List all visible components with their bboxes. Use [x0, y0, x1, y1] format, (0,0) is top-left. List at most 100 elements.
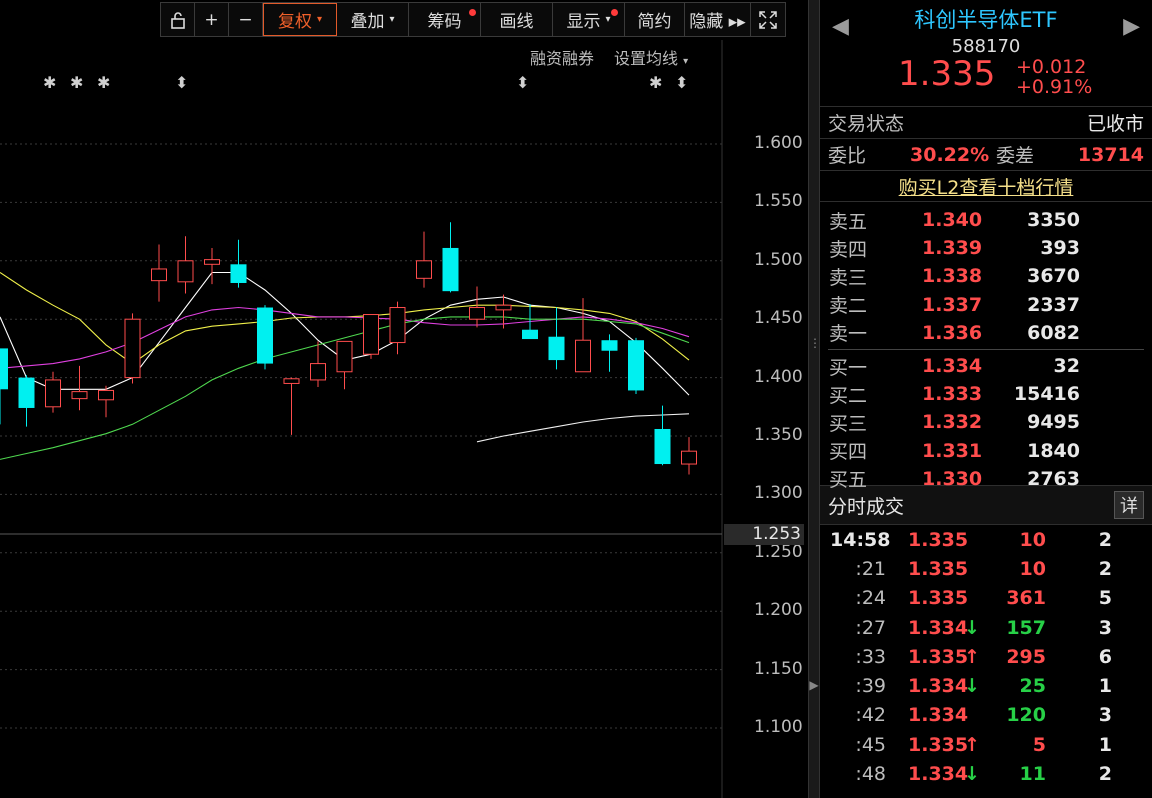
bid-row[interactable]: 买三 1.332 9495: [820, 408, 1152, 436]
toolbar-fullscreen-button[interactable]: [751, 3, 785, 36]
toolbar-label: −: [238, 9, 253, 30]
arrow-down-icon: ↓: [964, 675, 980, 698]
tick-volume: 10: [1019, 557, 1046, 580]
level-volume: 3350: [1027, 209, 1080, 232]
level-price: 1.334: [922, 355, 983, 378]
candle-body-down: [628, 340, 644, 391]
tick-row: :48 1.334 ↓ 11 2: [820, 759, 1152, 788]
level-volume: 1840: [1027, 439, 1080, 462]
tick-volume: 361: [1006, 587, 1046, 610]
toolbar-xianshi-button[interactable]: 显示 ▾: [553, 3, 625, 36]
ask-row[interactable]: 卖三 1.338 3670: [820, 262, 1152, 290]
status-value: 已收市: [1086, 113, 1144, 135]
level-label: 卖一: [829, 323, 868, 346]
panel-divider[interactable]: ⋮ ▶: [808, 0, 821, 798]
toolbar-yincang-button[interactable]: 隐藏 ▸▸: [685, 3, 751, 36]
order-ratio-row: 委比 30.22% 委差 13714: [820, 139, 1152, 171]
bid-row[interactable]: 买四 1.331 1840: [820, 437, 1152, 465]
toolbar-diejia-button[interactable]: 叠加 ▾: [337, 3, 409, 36]
current-price-tag: 1.253: [724, 524, 804, 545]
tick-count: 2: [1098, 763, 1112, 786]
toolbar-lock-button[interactable]: [161, 3, 195, 36]
tick-volume: 11: [1019, 763, 1046, 786]
candle-body-up: [177, 260, 194, 283]
event-marker[interactable]: ✱: [97, 73, 110, 92]
event-marker[interactable]: ✱: [43, 73, 56, 92]
event-marker[interactable]: ✱: [70, 73, 83, 92]
tick-count: 1: [1098, 675, 1112, 698]
notification-dot: [611, 9, 618, 16]
candle-body-down: [18, 377, 35, 408]
candle-body-up: [45, 379, 61, 408]
toolbar-label: 简约: [637, 12, 672, 32]
level-price: 1.337: [922, 293, 983, 316]
bid-row[interactable]: 买五 1.330 2763: [820, 465, 1152, 493]
tick-volume: 120: [1006, 704, 1046, 727]
book-separator: [828, 348, 1144, 350]
tick-price: 1.334: [908, 704, 969, 727]
y-tick-label: 1.600: [754, 133, 803, 153]
buy-l2-link[interactable]: 购买L2查看十档行情: [820, 171, 1152, 202]
detail-button[interactable]: 详: [1114, 491, 1144, 519]
tick-price: 1.335: [908, 645, 969, 668]
level-volume: 15416: [1013, 383, 1080, 406]
candle-body-down: [230, 264, 247, 283]
tick-price: 1.335: [908, 587, 969, 610]
toolbar-huaxian-button[interactable]: 画线: [481, 3, 553, 36]
toolbar-plus-button[interactable]: +: [195, 3, 229, 36]
margin-trading-button[interactable]: 融资融券: [530, 45, 594, 69]
toolbar-fuquan-button[interactable]: 复权 ▾: [263, 3, 337, 36]
level-volume: 3670: [1027, 265, 1080, 288]
event-marker[interactable]: ✱: [649, 73, 662, 92]
toolbar-chouma-button[interactable]: 筹码: [409, 3, 481, 36]
tick-time: :33: [855, 645, 886, 668]
y-tick-label: 1.500: [754, 249, 803, 270]
level-label: 买四: [829, 441, 868, 464]
level-label: 卖五: [829, 210, 868, 233]
candle-body-up: [389, 307, 406, 344]
tick-row: :21 1.335 10 2: [820, 554, 1152, 583]
candle-body-up: [681, 450, 697, 465]
toolbar-jianyue-button[interactable]: 简约: [625, 3, 685, 36]
candle-body-down: [548, 336, 565, 361]
tick-row: :39 1.334 ↓ 25 1: [820, 671, 1152, 700]
level-volume: 6082: [1027, 321, 1080, 344]
y-tick-label: 1.300: [754, 483, 803, 504]
drag-handle-icon[interactable]: ⋮: [809, 336, 821, 350]
candle-body-down: [601, 340, 618, 351]
level-volume: 32: [1053, 355, 1080, 378]
kline-chart[interactable]: [0, 0, 808, 798]
chart-toolbar: + − 复权 ▾ 叠加 ▾ 筹码 画线 显示 ▾ 简约 隐藏 ▸▸: [160, 2, 786, 37]
ask-row[interactable]: 卖二 1.337 2337: [820, 291, 1152, 319]
bid-row[interactable]: 买二 1.333 15416: [820, 380, 1152, 408]
tick-count: 1: [1098, 733, 1112, 756]
ma-settings-button[interactable]: 设置均线 ▾: [614, 45, 688, 69]
level-label: 卖四: [829, 238, 868, 261]
candle-body-up: [71, 391, 88, 400]
candle-body-up: [469, 307, 485, 320]
toolbar-label: 画线: [499, 12, 534, 32]
collapse-arrow-icon[interactable]: ▶: [809, 678, 819, 692]
tick-row: :42 1.334 120 3: [820, 701, 1152, 730]
event-marker[interactable]: ⬍: [175, 73, 188, 92]
candle-body-up: [336, 340, 353, 373]
bid-row[interactable]: 买一 1.334 32: [820, 352, 1152, 380]
toolbar-label: +: [204, 9, 219, 30]
toolbar-minus-button[interactable]: −: [229, 3, 263, 36]
candle-body-down: [257, 307, 273, 364]
tick-price: 1.334: [908, 675, 969, 698]
ask-row[interactable]: 卖四 1.339 393: [820, 234, 1152, 262]
event-marker[interactable]: ⬍: [516, 73, 529, 92]
tick-time: :21: [855, 557, 886, 580]
toolbar-label: 复权: [277, 12, 312, 32]
level-label: 买五: [829, 469, 868, 492]
change-percent: +0.91%: [1016, 76, 1093, 98]
ask-row[interactable]: 卖一 1.336 6082: [820, 319, 1152, 347]
candle-body-down: [0, 348, 8, 390]
tick-row: :27 1.334 ↓ 157 3: [820, 613, 1152, 642]
candle-body-up: [204, 259, 220, 265]
event-marker[interactable]: ⬍: [675, 73, 688, 92]
ask-row[interactable]: 卖五 1.340 3350: [820, 206, 1152, 234]
arrow-up-icon: ↑: [964, 733, 980, 756]
tick-time: :39: [855, 675, 886, 698]
